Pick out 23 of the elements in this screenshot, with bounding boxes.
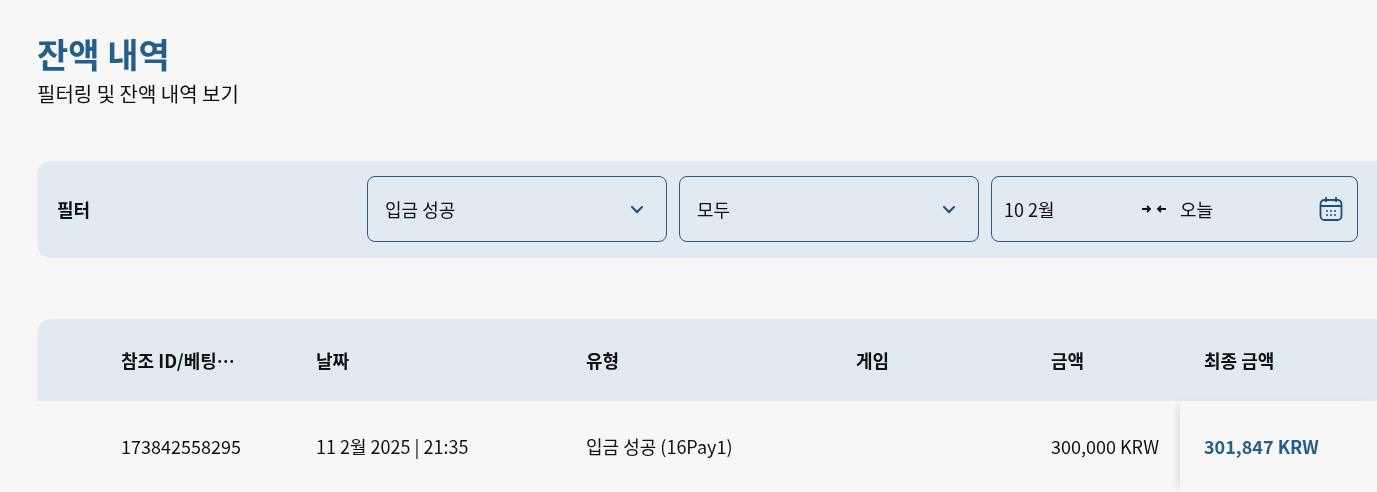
column-header: 금액	[1051, 346, 1086, 373]
date-from: 10 2월	[1004, 196, 1056, 223]
date-to: 오늘	[1180, 196, 1215, 223]
page-title: 잔액 내역	[37, 34, 171, 75]
page-subtitle: 필터링 및 잔액 내역 보기	[37, 80, 240, 107]
filter-label: 필터	[57, 196, 92, 223]
chevron-down-icon	[942, 204, 956, 214]
table-cell-text: 300,000 KRW	[1051, 432, 1160, 459]
table-cell-text: 입금 성공 (16Pay1)	[586, 432, 734, 459]
column-header: 참조 ID/베팅…	[121, 346, 236, 373]
calendar-icon[interactable]	[1319, 196, 1343, 223]
column-header: 최종 금액	[1203, 346, 1276, 373]
chevron-down-icon	[630, 204, 644, 214]
table-cell-text: 11 2월 2025 | 21:35	[316, 432, 470, 459]
arrows-icon	[1142, 204, 1166, 215]
date-range-field[interactable]: 10 2월 오늘	[991, 176, 1358, 243]
column-header: 날짜	[316, 346, 351, 373]
table-cell-text: 173842558295	[121, 432, 242, 459]
column-header: 유형	[586, 346, 621, 373]
table-cell: 301,847 KRW	[1180, 400, 1376, 491]
dropdown[interactable]: 모두	[679, 176, 979, 243]
dropdown[interactable]: 입금 성공	[367, 176, 667, 243]
column-header: 게임	[856, 346, 891, 373]
